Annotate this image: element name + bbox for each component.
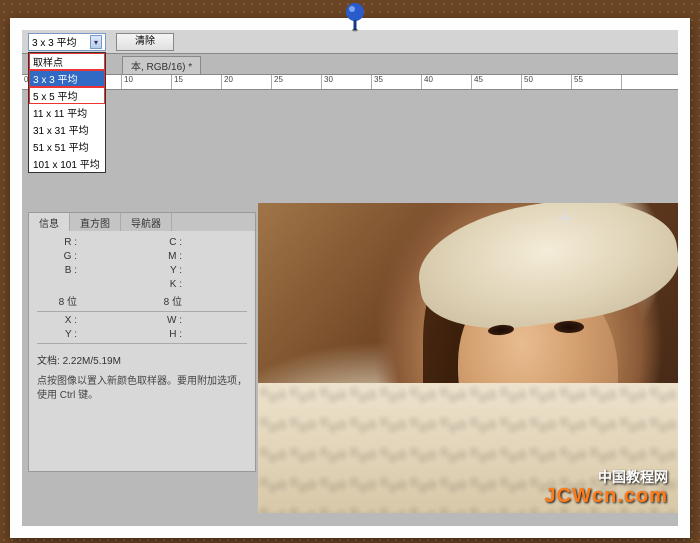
dropdown-item-5x5[interactable]: 5 x 5 平均 xyxy=(29,87,105,104)
sample-size-value: 3 x 3 平均 xyxy=(32,34,76,49)
image-content: 中国教程网 JCWcn.com xyxy=(258,203,678,513)
label-y: Y : xyxy=(142,265,182,276)
label-h: H : xyxy=(142,329,182,340)
watermark-line1: 中国教程网 xyxy=(545,470,668,485)
tab-histogram[interactable]: 直方图 xyxy=(70,213,121,231)
canvas[interactable]: 中国教程网 JCWcn.com xyxy=(258,203,678,513)
dropdown-item-51x51[interactable]: 51 x 51 平均 xyxy=(29,138,105,155)
label-c: C : xyxy=(142,237,182,248)
color-sampler-cursor-icon xyxy=(558,211,572,225)
watermark-line2: JCWcn.com xyxy=(545,485,668,507)
dropdown-item-31x31[interactable]: 31 x 31 平均 xyxy=(29,121,105,138)
doc-value: 2.22M/5.19M xyxy=(63,356,121,367)
dropdown-item-101x101[interactable]: 101 x 101 平均 xyxy=(29,155,105,172)
ruler-mark: 45 xyxy=(472,75,522,89)
label-r: R : xyxy=(37,237,77,248)
ruler-mark: 10 xyxy=(122,75,172,89)
ruler-mark: 30 xyxy=(322,75,372,89)
watermark: 中国教程网 JCWcn.com xyxy=(545,470,668,507)
tab-info[interactable]: 信息 xyxy=(29,213,70,231)
doc-size-row: 文档: 2.22M/5.19M xyxy=(37,352,247,367)
info-panel-tabs: 信息 直方图 导航器 xyxy=(29,213,255,231)
label-g: G : xyxy=(37,251,77,262)
photo-frame: 3 x 3 平均 ▾ 清除 取样点 3 x 3 平均 5 x 5 平均 11 x… xyxy=(10,18,690,538)
separator xyxy=(37,311,247,312)
sample-size-dropdown: 取样点 3 x 3 平均 5 x 5 平均 11 x 11 平均 31 x 31… xyxy=(28,52,106,173)
chevron-down-icon: ▾ xyxy=(90,35,102,49)
bit-depth-left: 8 位 xyxy=(37,293,77,308)
horizontal-ruler: 0 5 10 15 20 25 30 35 40 45 50 55 xyxy=(22,74,678,90)
dropdown-item-11x11[interactable]: 11 x 11 平均 xyxy=(29,104,105,121)
label-m: M : xyxy=(142,251,182,262)
dropdown-item-point[interactable]: 取样点 xyxy=(29,53,105,70)
options-bar: 3 x 3 平均 ▾ 清除 xyxy=(22,30,678,54)
doc-label: 文档: xyxy=(37,356,60,367)
tab-navigator[interactable]: 导航器 xyxy=(121,213,172,231)
ruler-mark: 55 xyxy=(572,75,622,89)
ruler-mark: 35 xyxy=(372,75,422,89)
document-tab[interactable]: 本, RGB/16) * xyxy=(122,56,201,75)
app-window: 3 x 3 平均 ▾ 清除 取样点 3 x 3 平均 5 x 5 平均 11 x… xyxy=(22,30,678,526)
dropdown-item-3x3[interactable]: 3 x 3 平均 xyxy=(29,70,105,87)
label-k: K : xyxy=(142,279,182,290)
clear-button[interactable]: 清除 xyxy=(116,33,174,51)
label-y-coord: Y : xyxy=(37,329,77,340)
info-hint-text: 点按图像以置入新颜色取样器。要用附加选项，使用 Ctrl 键。 xyxy=(37,375,247,403)
ruler-mark: 20 xyxy=(222,75,272,89)
label-x: X : xyxy=(37,315,77,326)
ruler-mark: 40 xyxy=(422,75,472,89)
ruler-mark: 25 xyxy=(272,75,322,89)
label-b: B : xyxy=(37,265,77,276)
ruler-mark: 15 xyxy=(172,75,222,89)
pushpin-decoration xyxy=(342,2,368,32)
ruler-mark: 50 xyxy=(522,75,572,89)
bit-depth-right: 8 位 xyxy=(142,293,182,308)
label-w: W : xyxy=(142,315,182,326)
separator xyxy=(37,343,247,344)
info-panel-body: R : C : G : M : B : Y : K : 8 位 8 位 xyxy=(29,231,255,409)
info-panel: 信息 直方图 导航器 R : C : G : M : B : Y : xyxy=(28,212,256,472)
sample-size-select[interactable]: 3 x 3 平均 ▾ xyxy=(28,33,106,51)
